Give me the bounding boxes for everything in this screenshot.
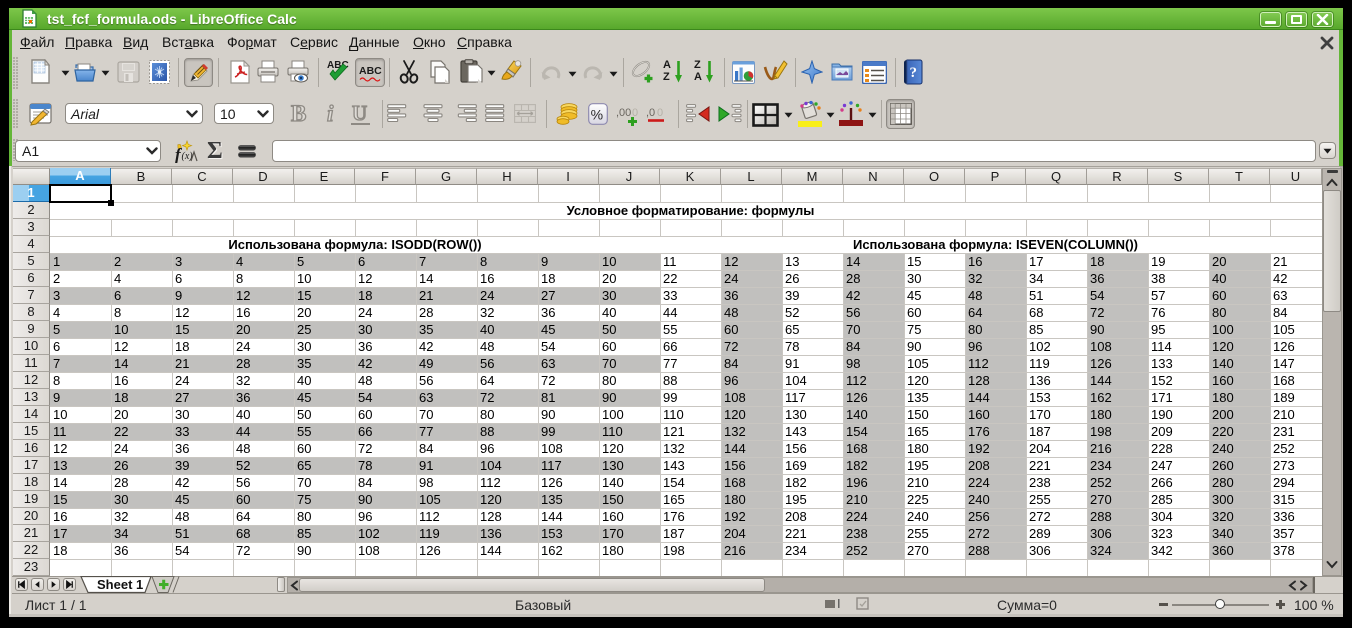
svg-text:A: A <box>663 59 671 71</box>
svg-text:Z: Z <box>694 59 701 71</box>
svg-text:ABC: ABC <box>359 65 382 77</box>
svg-text:,00: ,00 <box>616 107 631 119</box>
svg-text:?: ? <box>910 65 918 81</box>
svg-text:A: A <box>694 71 702 83</box>
svg-text:,0: ,0 <box>646 107 655 119</box>
svg-text:0: 0 <box>657 107 663 119</box>
svg-text:%: % <box>591 107 603 123</box>
svg-text:Z: Z <box>663 71 670 83</box>
svg-text:Sheet 1: Sheet 1 <box>97 577 143 592</box>
